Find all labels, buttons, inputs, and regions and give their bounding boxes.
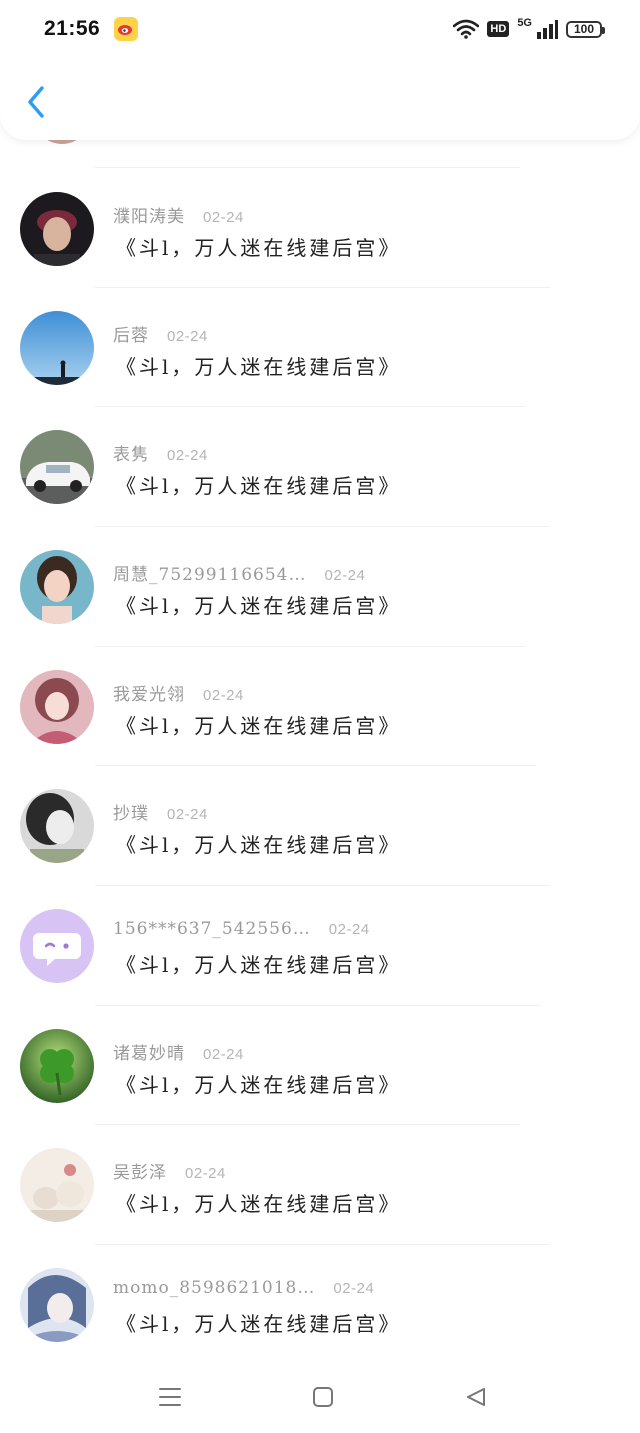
- avatar[interactable]: [20, 909, 94, 983]
- message-date: 02-24: [328, 921, 370, 938]
- list-item[interactable]: 濮阳涛美 02-24 《斗l，万人迷在线建后宫》: [0, 180, 640, 300]
- message-text[interactable]: 《斗l，万人迷在线建后宫》: [116, 232, 401, 261]
- list-item[interactable]: 抄璞 02-24 《斗l，万人迷在线建后宫》: [0, 777, 640, 897]
- user-name[interactable]: 我爱光翎: [113, 680, 185, 705]
- avatar[interactable]: [20, 311, 94, 385]
- user-name[interactable]: 吴彭泽: [113, 1158, 167, 1183]
- user-name[interactable]: 周慧_75299116654…: [113, 560, 306, 585]
- list-item[interactable]: 表隽 02-24 《斗l，万人迷在线建后宫》: [0, 418, 640, 538]
- user-name[interactable]: 抄璞: [113, 799, 149, 824]
- back-nav-button[interactable]: [458, 1381, 494, 1413]
- list-item[interactable]: 我爱光翎 02-24 《斗l，万人迷在线建后宫》: [0, 658, 640, 778]
- divider: [95, 1244, 550, 1245]
- message-date: 02-24: [167, 328, 208, 345]
- avatar[interactable]: [20, 789, 94, 863]
- message-text[interactable]: 《斗l，万人迷在线建后宫》: [116, 710, 401, 739]
- signal-icon: [537, 20, 558, 39]
- user-info: 表隽 02-24: [113, 440, 208, 465]
- list-item[interactable]: 156***637_542556… 02-24 《斗l，万人迷在线建后宫》: [0, 897, 640, 1017]
- list-item[interactable]: 周慧_75299116654… 02-24 《斗l，万人迷在线建后宫》: [0, 538, 640, 658]
- message-date: 02-24: [167, 806, 208, 823]
- back-button[interactable]: [20, 82, 52, 122]
- battery-level: 100: [573, 22, 595, 36]
- user-info: 156***637_542556… 02-24: [113, 919, 370, 939]
- back-triangle-icon: [467, 1388, 485, 1406]
- message-date: 02-24: [324, 567, 366, 584]
- avatar[interactable]: [20, 192, 94, 266]
- message-date: 02-24: [167, 447, 208, 464]
- list-item[interactable]: 诸葛妙晴 02-24 《斗l，万人迷在线建后宫》: [0, 1017, 640, 1137]
- status-time: 21:56: [44, 17, 101, 40]
- divider: [95, 885, 550, 886]
- header: [0, 58, 640, 140]
- home-square-icon: [313, 1387, 333, 1407]
- avatar[interactable]: [20, 550, 94, 624]
- message-text[interactable]: 《斗l，万人迷在线建后宫》: [116, 1188, 401, 1217]
- user-info: 濮阳涛美 02-24: [113, 202, 244, 227]
- divider: [95, 526, 550, 527]
- list-item[interactable]: 吴彭泽 02-24 《斗l，万人迷在线建后宫》: [0, 1136, 640, 1256]
- divider: [95, 646, 525, 647]
- divider: [95, 1124, 520, 1125]
- message-text[interactable]: 《斗l，万人迷在线建后宫》: [116, 829, 401, 858]
- message-text[interactable]: 《斗l，万人迷在线建后宫》: [116, 351, 401, 380]
- avatar[interactable]: [20, 670, 94, 744]
- divider: [95, 1005, 540, 1006]
- user-info: 我爱光翎 02-24: [113, 680, 244, 705]
- avatar[interactable]: [20, 1148, 94, 1222]
- avatar[interactable]: [20, 430, 94, 504]
- user-name[interactable]: 156***637_542556…: [113, 919, 311, 939]
- user-info: 吴彭泽 02-24: [113, 1158, 226, 1183]
- battery-icon: 100: [566, 20, 605, 38]
- message-date: 02-24: [203, 209, 244, 226]
- user-info: 后蓉 02-24: [113, 321, 208, 346]
- list-item[interactable]: 后蓉 02-24 《斗l，万人迷在线建后宫》: [0, 299, 640, 419]
- message-text[interactable]: 《斗l，万人迷在线建后宫》: [116, 1308, 401, 1337]
- list-item[interactable]: momo_8598621018… 02-24 《斗l，万人迷在线建后宫》: [0, 1256, 640, 1376]
- user-name[interactable]: momo_8598621018…: [113, 1278, 315, 1298]
- user-info: 周慧_75299116654… 02-24: [113, 560, 365, 585]
- status-bar: 21:56 HD 5G 100: [0, 0, 640, 58]
- wifi-icon: [453, 19, 480, 39]
- network-label: 5G: [517, 17, 532, 29]
- message-date: 02-24: [185, 1165, 226, 1182]
- divider: [95, 406, 525, 407]
- user-name[interactable]: 濮阳涛美: [113, 202, 185, 227]
- user-info: 抄璞 02-24: [113, 799, 208, 824]
- avatar[interactable]: [20, 1268, 94, 1342]
- message-date: 02-24: [333, 1280, 375, 1297]
- user-name[interactable]: 表隽: [113, 440, 149, 465]
- message-text[interactable]: 《斗l，万人迷在线建后宫》: [116, 949, 401, 978]
- home-button[interactable]: [305, 1381, 341, 1413]
- divider: [95, 167, 520, 168]
- user-name[interactable]: 诸葛妙晴: [113, 1039, 185, 1064]
- user-info: 诸葛妙晴 02-24: [113, 1039, 244, 1064]
- user-name[interactable]: 后蓉: [113, 321, 149, 346]
- menu-icon: [159, 1388, 181, 1406]
- message-date: 02-24: [203, 1046, 244, 1063]
- weibo-notification-icon: [114, 17, 139, 41]
- divider: [95, 765, 535, 766]
- user-info: momo_8598621018… 02-24: [113, 1278, 374, 1298]
- message-date: 02-24: [203, 687, 244, 704]
- message-text[interactable]: 《斗l，万人迷在线建后宫》: [116, 590, 401, 619]
- message-text[interactable]: 《斗l，万人迷在线建后宫》: [116, 470, 401, 499]
- message-text[interactable]: 《斗l，万人迷在线建后宫》: [116, 1069, 401, 1098]
- menu-button[interactable]: [152, 1381, 188, 1413]
- hd-badge: HD: [487, 21, 510, 37]
- avatar[interactable]: [20, 1029, 94, 1103]
- chevron-left-icon: [28, 86, 44, 118]
- divider: [95, 287, 550, 288]
- navigation-bar: [0, 1363, 640, 1433]
